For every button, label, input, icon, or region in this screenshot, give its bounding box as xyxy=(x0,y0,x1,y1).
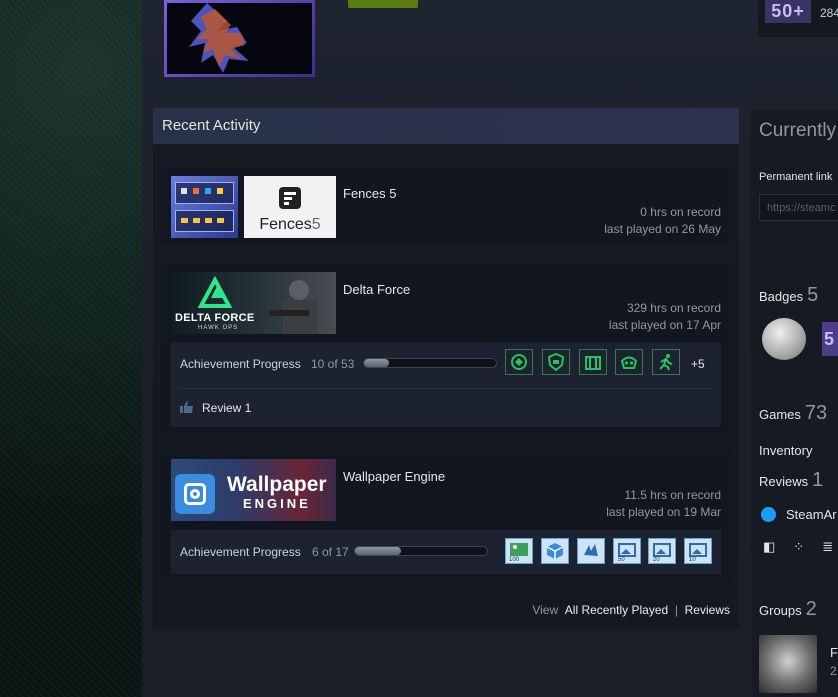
game-hours: 11.5 hrs on record xyxy=(624,488,722,502)
achievement-progress-bar xyxy=(354,546,488,556)
ach-image-10-icon[interactable]: 10 xyxy=(684,538,712,564)
reviews-sidebar-link[interactable]: Reviews 1 xyxy=(759,469,823,492)
view-label: View xyxy=(532,603,559,617)
wallpaper-engine-logo-icon xyxy=(175,474,215,514)
fences-capsule[interactable]: Fences5 xyxy=(171,176,336,238)
ach-splash-icon[interactable] xyxy=(577,538,605,564)
delta-force-capsule[interactable]: DELTA FORCE HAWK OPS xyxy=(171,272,336,334)
steam-logo-icon xyxy=(761,507,776,522)
achievement-progress-fill xyxy=(364,359,390,367)
link-separator: | xyxy=(674,603,678,617)
review-row[interactable]: Review 1 xyxy=(180,401,251,415)
achievement-panel: Achievement Progress 10 of 53 +5 Review … xyxy=(171,342,721,427)
ach-runner-icon[interactable] xyxy=(652,349,680,375)
dots-icon[interactable]: ⁘ xyxy=(793,539,822,554)
ach-image-50-icon[interactable]: 50 xyxy=(613,538,641,564)
badge-level-icon[interactable]: 5 xyxy=(822,322,838,356)
achievement-panel: Achievement Progress 6 of 17 100 50 20 1… xyxy=(171,530,721,574)
level-number: 284 xyxy=(820,6,838,20)
ach-emblem-icon[interactable] xyxy=(505,349,533,375)
game-name[interactable]: Delta Force xyxy=(343,282,410,297)
game-wallpaper-engine: Wallpaper ENGINE Wallpaper Engine 11.5 h… xyxy=(162,452,730,580)
game-last-played: last played on 17 Apr xyxy=(608,318,721,332)
permanent-link-label: Permanent link xyxy=(759,171,833,183)
achievement-more[interactable]: +5 xyxy=(691,357,705,371)
delta-force-art xyxy=(197,275,317,334)
game-delta-force: DELTA FORCE HAWK OPS Delta Force 329 hrs… xyxy=(162,265,730,433)
groups-link[interactable]: Groups 2 xyxy=(759,598,817,621)
recent-activity-header: Recent Activity xyxy=(153,108,739,144)
ach-image-100-icon[interactable]: 100 xyxy=(505,538,533,564)
tag-icon[interactable]: ◧ xyxy=(763,539,793,554)
divider xyxy=(180,388,712,389)
thumbs-up-icon xyxy=(180,401,194,413)
delta-force-logo-text: DELTA FORCE xyxy=(175,312,255,324)
reviews-link[interactable]: Reviews xyxy=(685,603,730,617)
currently-title: Currently xyxy=(759,120,837,141)
view-links: View All Recently Played | Reviews xyxy=(532,603,730,617)
game-fences: Fences5 Fences 5 0 hrs on record last pl… xyxy=(162,169,730,244)
game-last-played: last played on 19 Mar xyxy=(606,505,721,519)
steam-award-item[interactable]: SteamAr xyxy=(761,507,837,522)
badge-coin-icon[interactable] xyxy=(762,318,806,360)
games-link[interactable]: Games 73 xyxy=(759,402,827,425)
wallpaper-engine-logo-text: Wallpaper xyxy=(227,473,327,496)
sidebar-mini-icons: ◧⁘≣ xyxy=(763,539,838,555)
group-member-count: 2 xyxy=(830,664,837,678)
game-hours: 0 hrs on record xyxy=(640,205,721,219)
avatar xyxy=(167,3,312,74)
achievement-count: 10 of 53 xyxy=(311,357,355,371)
achievement-progress-bar xyxy=(363,358,497,368)
ach-image-20-icon[interactable]: 20 xyxy=(648,538,676,564)
delta-force-logo-sub: HAWK OPS xyxy=(198,325,239,331)
achievement-label: Achievement Progress xyxy=(180,357,301,371)
fences-desktop-thumb xyxy=(171,176,238,238)
list-icon[interactable]: ≣ xyxy=(822,539,838,554)
ach-cube-icon[interactable] xyxy=(541,538,569,564)
achievement-count: 6 of 17 xyxy=(312,545,349,559)
game-hours: 329 hrs on record xyxy=(626,301,721,315)
badges-link[interactable]: Badges 5 xyxy=(759,284,818,307)
ach-shield-icon[interactable] xyxy=(542,349,570,375)
review-label: Review 1 xyxy=(202,401,252,415)
inventory-link[interactable]: Inventory xyxy=(759,443,812,458)
edit-profile-button[interactable] xyxy=(348,0,418,8)
group-avatar[interactable] xyxy=(759,635,817,693)
level-badge: 50+ xyxy=(765,0,811,23)
permanent-link-field[interactable] xyxy=(759,194,838,221)
game-name[interactable]: Fences 5 xyxy=(343,186,396,201)
achievement-label: Achievement Progress xyxy=(180,545,301,559)
game-last-played: last played on 26 May xyxy=(604,222,721,236)
achievement-progress-fill xyxy=(355,547,402,555)
fences-logo: Fences5 xyxy=(244,176,336,238)
ach-mask-icon[interactable] xyxy=(615,349,643,375)
avatar-frame[interactable] xyxy=(164,0,315,77)
all-recently-played-link[interactable]: All Recently Played xyxy=(565,603,668,617)
left-background xyxy=(0,0,142,697)
wallpaper-engine-capsule[interactable]: Wallpaper ENGINE xyxy=(171,459,336,521)
fences-app-icon xyxy=(279,187,301,209)
wallpaper-engine-logo-sub: ENGINE xyxy=(243,496,311,511)
ach-crate-icon[interactable] xyxy=(579,349,607,375)
game-name[interactable]: Wallpaper Engine xyxy=(343,469,445,484)
group-name[interactable]: F xyxy=(830,645,838,660)
